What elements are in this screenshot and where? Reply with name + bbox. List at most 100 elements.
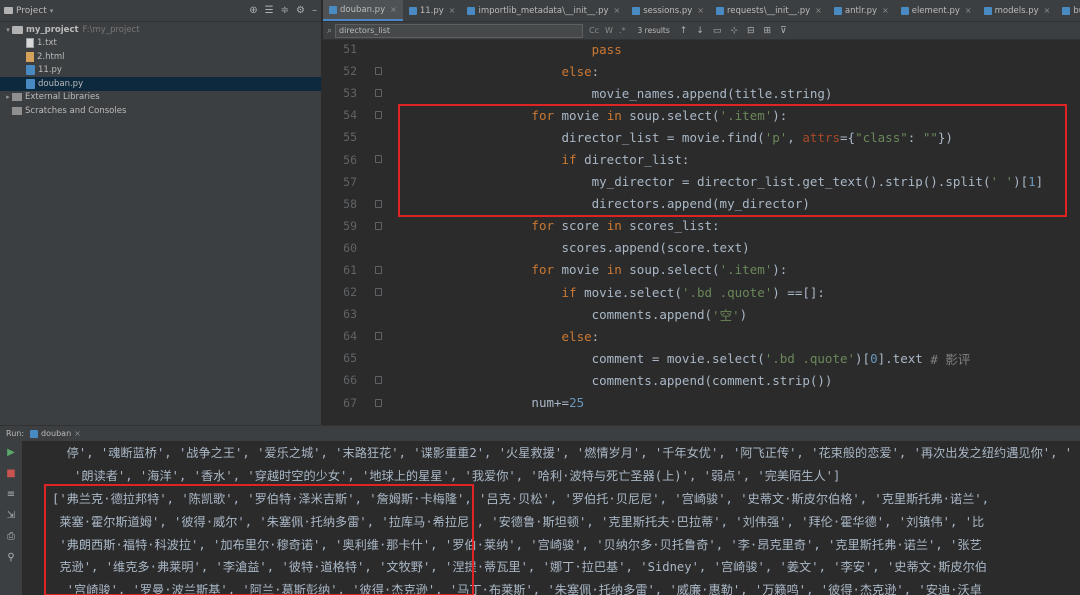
editor-tab[interactable]: douban.py × xyxy=(323,0,403,21)
tree-item[interactable]: Scratches and Consoles xyxy=(0,104,321,118)
fold-marker-icon[interactable] xyxy=(375,67,382,76)
gutter xyxy=(361,171,411,193)
locate-icon[interactable]: ⊕ xyxy=(249,5,257,16)
code-token: in xyxy=(606,262,622,278)
gear-icon[interactable]: ⚙ xyxy=(296,5,305,16)
fold-marker-icon[interactable] xyxy=(375,398,382,407)
editor-tab[interactable]: builtins.py× xyxy=(1056,0,1080,21)
line-number: 54 xyxy=(343,108,357,123)
pin-icon[interactable]: ⚲ xyxy=(7,552,14,563)
close-icon[interactable]: × xyxy=(1044,6,1051,15)
previous-occurrence-icon[interactable]: ↑ xyxy=(680,26,688,36)
code-token: soup.select( xyxy=(621,107,720,123)
tree-item[interactable]: 11.py xyxy=(0,64,321,78)
line-number: 61 xyxy=(343,262,357,277)
gutter xyxy=(361,126,411,148)
python-file-icon xyxy=(1062,6,1071,15)
project-view-selector[interactable]: Project ▾ xyxy=(4,6,53,16)
editor-tab[interactable]: antlr.py × xyxy=(828,0,895,21)
code-token: num+= xyxy=(531,395,570,411)
fold-marker-icon[interactable] xyxy=(375,89,382,98)
python-file-icon xyxy=(408,6,417,15)
match-case-toggle[interactable]: Cc xyxy=(589,26,599,35)
whole-word-toggle[interactable]: W xyxy=(605,26,613,35)
code-line: 57 my_director = director_list.get_text(… xyxy=(323,171,1080,193)
editor-tab[interactable]: models.py × xyxy=(978,0,1057,21)
gutter xyxy=(361,104,411,126)
minimize-icon[interactable]: – xyxy=(312,5,317,16)
close-icon[interactable]: × xyxy=(614,6,621,15)
code-token: ): xyxy=(772,107,788,123)
soft-wrap-icon[interactable]: ⇲ xyxy=(7,510,15,521)
remove-selection-icon[interactable]: ⊟ xyxy=(747,26,755,36)
editor-tab[interactable]: element.py × xyxy=(895,0,978,21)
gutter xyxy=(361,60,411,82)
code-line: 67 num+= 25 xyxy=(323,392,1080,414)
select-all-occurrences-icon[interactable]: ▭ xyxy=(713,26,722,36)
fold-marker-icon[interactable] xyxy=(375,155,382,164)
code-token: ] xyxy=(1035,174,1044,190)
tree-item[interactable]: douban.py xyxy=(0,77,321,91)
fold-marker-icon[interactable] xyxy=(375,288,382,297)
scroll-to-end-icon[interactable]: ≡ xyxy=(7,489,15,500)
editor-tab[interactable]: 11.py × xyxy=(403,0,462,21)
fold-marker-icon[interactable] xyxy=(375,199,382,208)
tree-item[interactable]: ▸ External Libraries xyxy=(0,91,321,105)
tree-item[interactable]: ▾ my_project F:\my_project xyxy=(0,23,321,37)
editor-tab-label: requests\__init__.py xyxy=(726,5,811,16)
fold-marker-icon[interactable] xyxy=(375,376,382,385)
code-token: ' ' xyxy=(990,174,1014,190)
code-token: comments.append(comment.strip()) xyxy=(591,372,833,388)
fold-marker-icon[interactable] xyxy=(375,265,382,274)
close-icon[interactable]: × xyxy=(815,6,822,15)
code-line: 54 for movie in soup.select('.item'): xyxy=(323,104,1080,126)
code-line: 58 directors.append(my_director) xyxy=(323,193,1080,215)
next-occurrence-icon[interactable]: ↓ xyxy=(696,26,704,36)
python-file-icon xyxy=(833,6,842,15)
python-file-icon xyxy=(715,6,724,15)
line-number: 58 xyxy=(343,196,357,211)
close-icon[interactable]: × xyxy=(965,6,972,15)
editor-tab[interactable]: importlib_metadata\__init__.py × xyxy=(461,0,626,21)
stop-icon[interactable]: ■ xyxy=(6,468,15,479)
collapse-all-icon[interactable]: ≑ xyxy=(281,5,289,16)
expand-arrow-icon[interactable]: ▾ xyxy=(4,26,12,34)
print-icon[interactable]: ⎙ xyxy=(7,531,15,542)
code-token: : xyxy=(591,328,600,344)
code-token: '.bd .quote' xyxy=(681,284,773,300)
rerun-icon[interactable]: ▶ xyxy=(7,447,15,458)
code-line: 61 for movie in soup.select('.item'): xyxy=(323,259,1080,281)
code-token: "class" xyxy=(855,129,908,145)
close-icon[interactable]: × xyxy=(449,6,456,15)
close-icon[interactable]: × xyxy=(882,6,889,15)
tree-item-label: douban.py xyxy=(38,78,84,89)
gutter xyxy=(361,303,411,325)
console-output[interactable]: 停', '魂断蓝桥', '战争之王', '爱乐之城', '末路狂花', '谍影重… xyxy=(22,441,1080,595)
find-input[interactable] xyxy=(335,23,584,38)
run-tab[interactable]: douban × xyxy=(30,429,81,438)
fold-marker-icon[interactable] xyxy=(375,221,382,230)
regex-toggle[interactable]: .* xyxy=(619,26,626,35)
code-line: 53 movie_names.append(title.string) xyxy=(323,82,1080,104)
code-token: directors.append(my_director) xyxy=(591,196,810,212)
chevron-down-icon: ▾ xyxy=(49,6,54,15)
editor-tab[interactable]: requests\__init__.py × xyxy=(710,0,828,21)
close-icon[interactable]: × xyxy=(74,429,81,438)
toggle-selection-icon[interactable]: ⊞ xyxy=(764,26,772,36)
fold-marker-icon[interactable] xyxy=(375,332,382,341)
expand-arrow-icon[interactable]: ▸ xyxy=(4,93,12,101)
tree-item[interactable]: 2.html xyxy=(0,50,321,64)
editor-tab[interactable]: sessions.py × xyxy=(626,0,710,21)
filter-icon[interactable]: ⊽ xyxy=(780,26,787,36)
line-number: 65 xyxy=(343,351,357,366)
editor-tab-bar: douban.py × 11.py × importlib_metadata\__ini… xyxy=(323,0,1080,22)
add-selection-icon[interactable]: ⊹ xyxy=(730,26,738,36)
expand-all-icon[interactable]: ☰ xyxy=(265,5,274,16)
fold-marker-icon[interactable] xyxy=(375,111,382,120)
code-area[interactable]: 51 pass 52 else:53 movie_names.append(tit… xyxy=(323,38,1080,425)
tree-item[interactable]: 1.txt xyxy=(0,37,321,51)
close-icon[interactable]: × xyxy=(390,5,397,14)
close-icon[interactable]: × xyxy=(697,6,704,15)
